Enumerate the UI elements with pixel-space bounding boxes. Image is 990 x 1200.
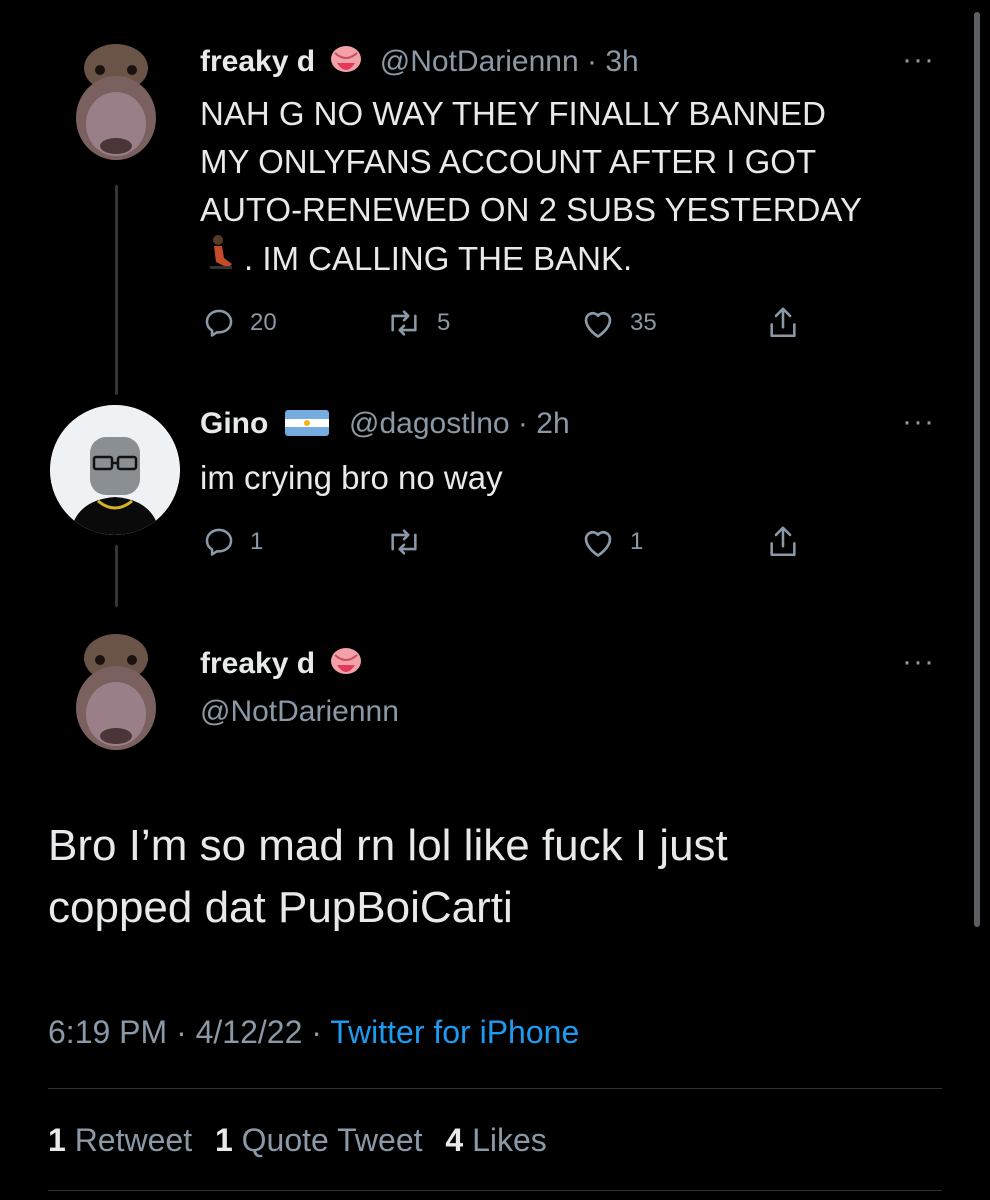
heart-icon — [584, 311, 612, 338]
retweet-button[interactable] — [385, 525, 437, 559]
avatar[interactable] — [70, 38, 162, 170]
text-line: Bro I’m so mad rn lol like fuck I just — [48, 821, 728, 870]
thread-connector — [115, 185, 118, 395]
quote-count: 1 — [214, 1122, 233, 1158]
separator: · — [176, 1014, 187, 1050]
separator: · — [517, 407, 528, 440]
handle[interactable]: @dagostlno — [349, 407, 510, 440]
retweets-stat[interactable]: 1 Retweet — [48, 1122, 201, 1158]
separator: · — [311, 1014, 322, 1050]
share-button[interactable] — [766, 304, 800, 342]
kneeling-person-emoji — [206, 234, 236, 283]
reply-icon — [205, 528, 233, 556]
like-count: 4 — [445, 1122, 464, 1158]
avatar[interactable] — [70, 628, 162, 760]
main-author: freaky d — [200, 646, 363, 688]
retweet-label: Retweet — [74, 1122, 193, 1158]
like-count: 1 — [630, 528, 644, 555]
retweet-count: 1 — [48, 1122, 66, 1158]
like-count: 35 — [630, 309, 657, 336]
tweet-time[interactable]: 6:19 PM — [48, 1014, 167, 1050]
text-line: MY ONLYFANS ACCOUNT AFTER I GOT — [200, 143, 817, 180]
tweet-text: im crying bro no way — [200, 459, 503, 496]
handle[interactable]: @NotDariennn — [200, 694, 399, 730]
thread-connector — [115, 545, 118, 607]
tweet-meta: 6:19 PM · 4/12/22 · Twitter for iPhone — [48, 1012, 579, 1052]
avatar[interactable] — [50, 405, 180, 535]
display-name[interactable]: freaky d — [200, 647, 315, 680]
tweet-header: freaky d @NotDariennn · 3h — [200, 44, 639, 86]
scrollbar[interactable] — [974, 12, 980, 927]
quote-label: Quote Tweet — [241, 1122, 423, 1158]
retweet-count: 5 — [437, 309, 451, 336]
reply-icon — [205, 309, 233, 337]
source-link[interactable]: Twitter for iPhone — [330, 1014, 579, 1050]
reply-count: 1 — [250, 528, 264, 555]
share-icon — [770, 307, 796, 338]
tweet-header: Gino @dagostlno · 2h — [200, 406, 570, 445]
separator: · — [587, 45, 597, 78]
reply-count: 20 — [250, 309, 277, 336]
like-label: Likes — [472, 1122, 547, 1158]
text-line: . IM CALLING THE BANK. — [200, 234, 862, 283]
tweet-text: NAH G NO WAY THEY FINALLY BANNED MY ONLY… — [200, 90, 862, 283]
heart-icon — [584, 530, 612, 557]
divider — [48, 1190, 942, 1191]
more-options-icon[interactable]: ··· — [902, 407, 935, 437]
like-button[interactable]: 35 — [580, 306, 657, 340]
more-options-icon[interactable]: ··· — [902, 45, 935, 75]
argentina-flag-icon — [284, 409, 329, 445]
text-line: NAH G NO WAY THEY FINALLY BANNED — [200, 95, 826, 132]
display-name[interactable]: freaky d — [200, 45, 315, 78]
like-button[interactable]: 1 — [580, 525, 643, 559]
more-options-icon[interactable]: ··· — [902, 647, 935, 677]
reply-button[interactable]: 1 — [202, 525, 263, 559]
share-icon — [770, 526, 796, 557]
tweet-date[interactable]: 4/12/22 — [196, 1014, 303, 1050]
tongue-emoji — [329, 45, 363, 86]
quote-tweets-stat[interactable]: 1 Quote Tweet — [215, 1122, 431, 1158]
retweet-button[interactable]: 5 — [385, 306, 450, 340]
text-line: copped dat PupBoiCarti — [48, 883, 513, 932]
reply-button[interactable]: 20 — [202, 306, 277, 340]
main-tweet-text: Bro I’m so mad rn lol like fuck I just c… — [48, 815, 728, 939]
timestamp[interactable]: 3h — [605, 45, 638, 78]
timestamp[interactable]: 2h — [536, 407, 569, 440]
retweet-icon — [391, 529, 417, 555]
retweet-icon — [391, 310, 417, 336]
display-name[interactable]: Gino — [200, 407, 268, 440]
share-button[interactable] — [766, 523, 800, 561]
text-line: AUTO-RENEWED ON 2 SUBS YESTERDAY — [200, 191, 862, 228]
handle[interactable]: @NotDariennn — [380, 45, 579, 78]
tongue-emoji — [329, 647, 363, 688]
divider — [48, 1088, 942, 1089]
likes-stat[interactable]: 4 Likes — [445, 1122, 546, 1158]
engagement-stats: 1 Retweet 1 Quote Tweet 4 Likes — [48, 1120, 547, 1160]
